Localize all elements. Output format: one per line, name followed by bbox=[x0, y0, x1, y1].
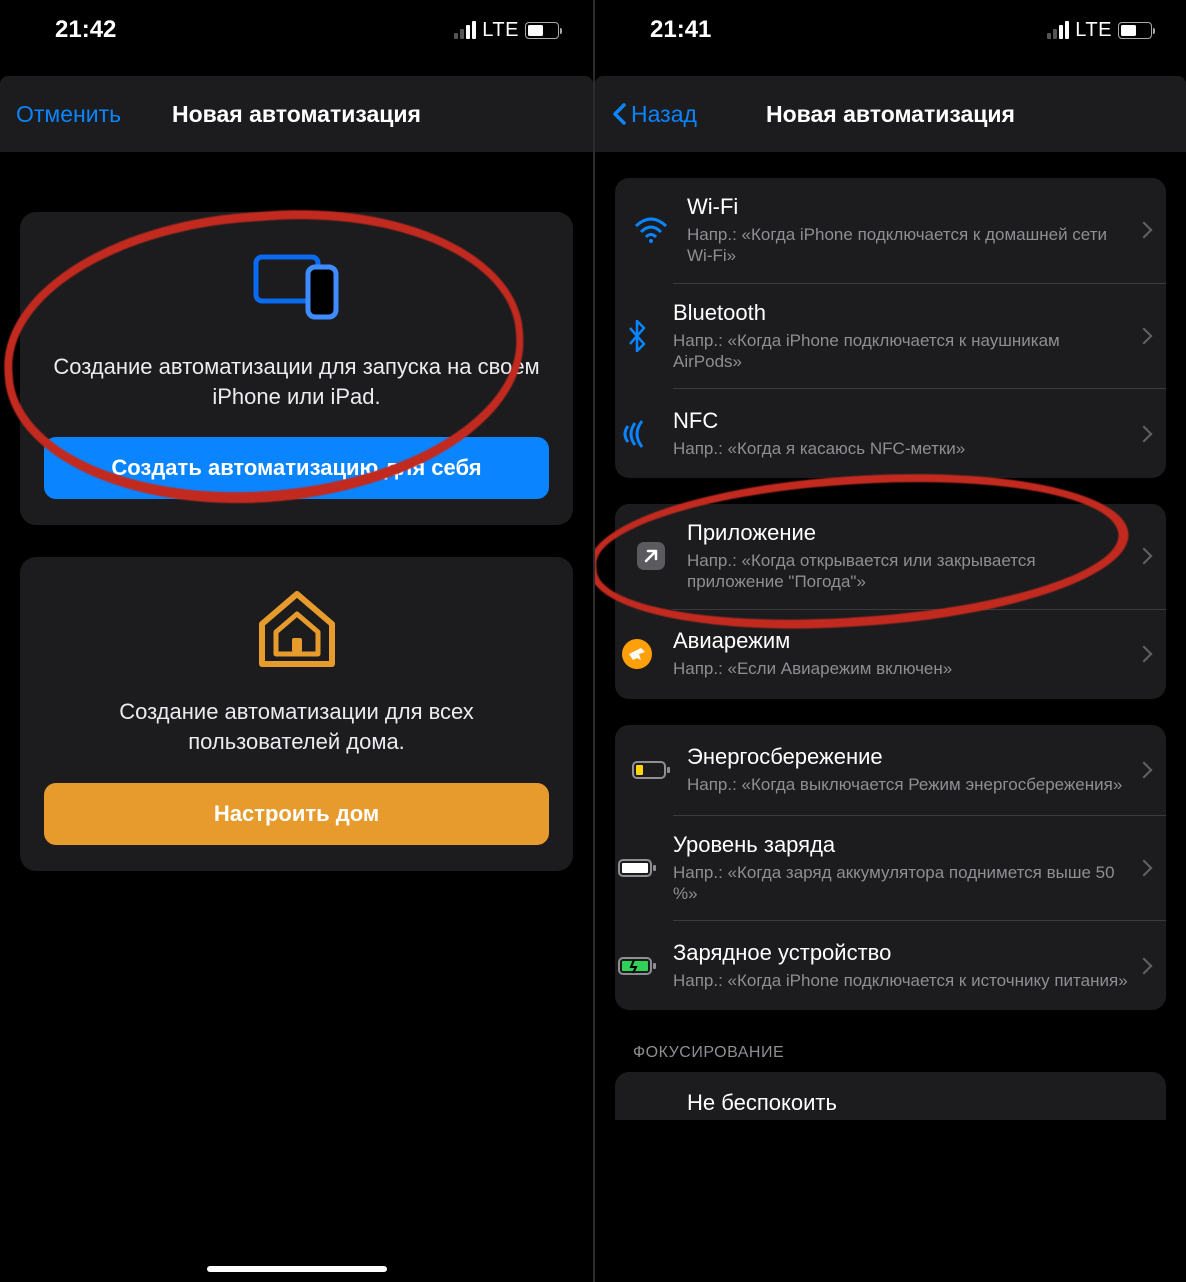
chevron-right-icon bbox=[1136, 222, 1153, 239]
configure-home-button[interactable]: Настроить дом bbox=[44, 783, 549, 845]
trigger-lowpower[interactable]: Энергосбережение Напр.: «Когда выключает… bbox=[615, 725, 1166, 815]
bluetooth-icon bbox=[615, 320, 659, 352]
chevron-right-icon bbox=[1136, 425, 1153, 442]
chevron-right-icon bbox=[1136, 859, 1153, 876]
charger-icon bbox=[615, 956, 659, 976]
row-sub: Напр.: «Когда iPhone подключается к дома… bbox=[687, 224, 1128, 267]
cancel-button[interactable]: Отменить bbox=[16, 101, 121, 128]
back-button[interactable]: Назад bbox=[611, 101, 697, 128]
section-header-focus: ФОКУСИРОВАНИЕ bbox=[633, 1044, 1166, 1062]
home-indicator bbox=[207, 1266, 387, 1272]
signal-icon bbox=[454, 21, 476, 39]
row-title: Приложение bbox=[687, 520, 1128, 546]
status-bar: 21:42 LTE bbox=[0, 0, 593, 60]
trigger-batterylevel[interactable]: Уровень заряда Напр.: «Когда заряд аккум… bbox=[673, 815, 1166, 921]
row-title: Авиарежим bbox=[673, 628, 1128, 654]
status-network: LTE bbox=[482, 19, 519, 42]
nav-title: Новая автоматизация bbox=[172, 101, 421, 128]
chevron-right-icon bbox=[1136, 548, 1153, 565]
row-sub: Напр.: «Когда iPhone подключается к исто… bbox=[673, 970, 1128, 991]
row-sub: Напр.: «Когда заряд аккумулятора подниме… bbox=[673, 862, 1128, 905]
trigger-charger[interactable]: Зарядное устройство Напр.: «Когда iPhone… bbox=[673, 920, 1166, 1010]
home-desc: Создание автоматизации для всех пользова… bbox=[44, 697, 549, 756]
low-power-icon bbox=[629, 760, 673, 780]
status-time: 21:41 bbox=[650, 16, 711, 44]
home-icon bbox=[44, 583, 549, 679]
trigger-group-connectivity: Wi-Fi Напр.: «Когда iPhone подключается … bbox=[615, 178, 1166, 478]
trigger-nfc[interactable]: NFC Напр.: «Когда я касаюсь NFC-метки» bbox=[673, 388, 1166, 478]
row-sub: Напр.: «Когда я касаюсь NFC-метки» bbox=[673, 438, 1128, 459]
nfc-icon bbox=[615, 420, 659, 448]
signal-icon bbox=[1047, 21, 1069, 39]
screenshot-right: 21:41 LTE Назад Новая автоматизация Wi-F… bbox=[593, 0, 1186, 1282]
row-title: Bluetooth bbox=[673, 300, 1128, 326]
devices-icon bbox=[44, 238, 549, 334]
row-sub: Напр.: «Если Авиарежим включен» bbox=[673, 658, 1128, 679]
row-title: Уровень заряда bbox=[673, 832, 1128, 858]
row-title: Wi-Fi bbox=[687, 194, 1128, 220]
chevron-right-icon bbox=[1136, 646, 1153, 663]
personal-automation-card: Создание автоматизации для запуска на св… bbox=[20, 212, 573, 525]
triggers-content: Wi-Fi Напр.: «Когда iPhone подключается … bbox=[595, 152, 1186, 1282]
create-personal-button[interactable]: Создать автоматизацию для себя bbox=[44, 437, 549, 499]
row-title: NFC bbox=[673, 408, 1128, 434]
personal-desc: Создание автоматизации для запуска на св… bbox=[44, 352, 549, 411]
trigger-bluetooth[interactable]: Bluetooth Напр.: «Когда iPhone подключае… bbox=[673, 283, 1166, 389]
home-automation-card: Создание автоматизации для всех пользова… bbox=[20, 557, 573, 870]
row-title: Энергосбережение bbox=[687, 744, 1128, 770]
trigger-wifi[interactable]: Wi-Fi Напр.: «Когда iPhone подключается … bbox=[615, 178, 1166, 283]
trigger-airplane[interactable]: Авиарежим Напр.: «Если Авиарежим включен… bbox=[673, 609, 1166, 699]
trigger-group-power: Энергосбережение Напр.: «Когда выключает… bbox=[615, 725, 1166, 1011]
nav-bar: Назад Новая автоматизация bbox=[595, 76, 1186, 152]
status-time: 21:42 bbox=[55, 16, 116, 44]
trigger-group-app: Приложение Напр.: «Когда открывается или… bbox=[615, 504, 1166, 699]
row-title: Зарядное устройство bbox=[673, 940, 1128, 966]
trigger-app[interactable]: Приложение Напр.: «Когда открывается или… bbox=[615, 504, 1166, 609]
row-sub: Напр.: «Когда iPhone подключается к науш… bbox=[673, 330, 1128, 373]
app-icon bbox=[629, 540, 673, 572]
nav-title: Новая автоматизация bbox=[766, 101, 1015, 128]
chevron-left-icon bbox=[611, 102, 627, 126]
chevron-right-icon bbox=[1136, 957, 1153, 974]
airplane-icon bbox=[615, 638, 659, 670]
battery-icon bbox=[525, 22, 559, 39]
battery-level-icon bbox=[615, 858, 659, 878]
back-label: Назад bbox=[631, 101, 697, 128]
row-sub: Напр.: «Когда выключается Режим энергосб… bbox=[687, 774, 1128, 795]
chevron-right-icon bbox=[1136, 761, 1153, 778]
row-sub: Напр.: «Когда открывается или закрываетс… bbox=[687, 550, 1128, 593]
battery-icon bbox=[1118, 22, 1152, 39]
status-bar: 21:41 LTE bbox=[595, 0, 1186, 60]
chevron-right-icon bbox=[1136, 327, 1153, 344]
screenshot-left: 21:42 LTE Отменить Новая автоматизация С… bbox=[0, 0, 593, 1282]
trigger-dnd-partial[interactable]: Не беспокоить bbox=[615, 1072, 1166, 1120]
nav-bar: Отменить Новая автоматизация bbox=[0, 76, 593, 152]
status-network: LTE bbox=[1075, 19, 1112, 42]
wifi-icon bbox=[629, 217, 673, 243]
